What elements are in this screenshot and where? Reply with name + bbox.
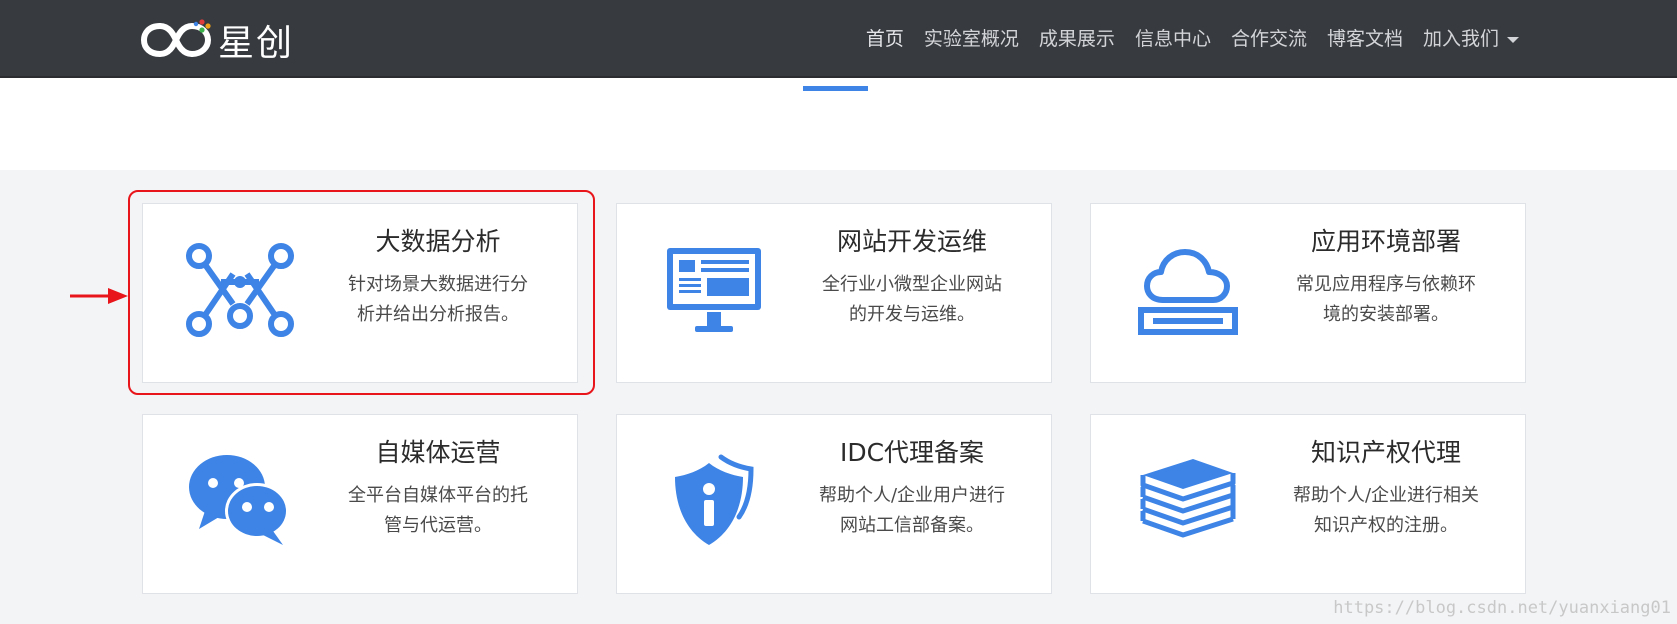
service-card-ip-agency[interactable]: 知识产权代理 帮助个人/企业进行相关 知识产权的注册。 [1090, 414, 1526, 594]
infinity-logo-icon [140, 19, 212, 58]
card-description-line-2: 网站工信部备案。 [840, 515, 984, 536]
brand-logo[interactable]: 星创 [140, 16, 294, 64]
caret-down-icon [1507, 36, 1519, 43]
service-card-deployment[interactable]: 应用环境部署 常见应用程序与依赖环 境的安装部署。 [1090, 203, 1526, 383]
service-card-idc-filing[interactable]: IDC代理备案 帮助个人/企业用户进行 网站工信部备案。 [616, 414, 1052, 594]
card-description-line-1: 常见应用程序与依赖环 [1296, 274, 1476, 295]
red-arrow-icon [70, 288, 128, 304]
card-title: 知识产权代理 [1310, 438, 1461, 467]
nav-item-join-us[interactable]: 加入我们 [1413, 0, 1529, 78]
active-nav-indicator [803, 86, 868, 91]
card-description-line-1: 帮助个人/企业进行相关 [1292, 485, 1480, 506]
card-title: 自媒体运营 [375, 438, 501, 467]
top-navbar: 星创 首页 实验室概况 成果展示 信息中心 合作交流 博客文档 加入我们 [0, 0, 1677, 78]
watermark: https://blog.csdn.net/yuanxiang01 [1333, 598, 1671, 618]
card-description-line-1: 帮助个人/企业用户进行 [818, 485, 1006, 506]
shield-info-icon [659, 445, 769, 555]
brand-name: 星创 [218, 23, 295, 64]
nav-item-achievements[interactable]: 成果展示 [1029, 0, 1125, 78]
card-description-line-1: 全行业小微型企业网站 [822, 274, 1002, 295]
nav-item-lab-overview[interactable]: 实验室概况 [914, 0, 1029, 78]
service-card-we-media[interactable]: 自媒体运营 全平台自媒体平台的托 管与代运营。 [142, 414, 578, 594]
cloud-server-icon [1133, 234, 1243, 344]
card-description-line-2: 管与代运营。 [384, 515, 492, 536]
red-highlight-box [128, 190, 595, 395]
nav-item-join-us-label: 加入我们 [1422, 28, 1499, 50]
main-nav: 首页 实验室概况 成果展示 信息中心 合作交流 博客文档 加入我们 [856, 0, 1529, 78]
books-icon [1133, 445, 1243, 555]
card-description-line-1: 全平台自媒体平台的托 [348, 485, 528, 506]
card-description-line-2: 的开发与运维。 [849, 304, 975, 325]
service-card-web-dev[interactable]: 网站开发运维 全行业小微型企业网站 的开发与运维。 [616, 203, 1052, 383]
nav-item-news[interactable]: 信息中心 [1125, 0, 1221, 78]
card-title: 应用环境部署 [1310, 227, 1461, 256]
card-title: 网站开发运维 [836, 227, 987, 256]
card-description-line-2: 境的安装部署。 [1323, 304, 1449, 325]
monitor-icon [659, 234, 769, 344]
nav-item-cooperation[interactable]: 合作交流 [1221, 0, 1317, 78]
card-description-line-2: 知识产权的注册。 [1314, 515, 1458, 536]
nav-item-home[interactable]: 首页 [856, 0, 914, 78]
chat-bubbles-icon [185, 445, 295, 555]
card-title: IDC代理备案 [839, 438, 985, 467]
nav-item-blog[interactable]: 博客文档 [1317, 0, 1413, 78]
